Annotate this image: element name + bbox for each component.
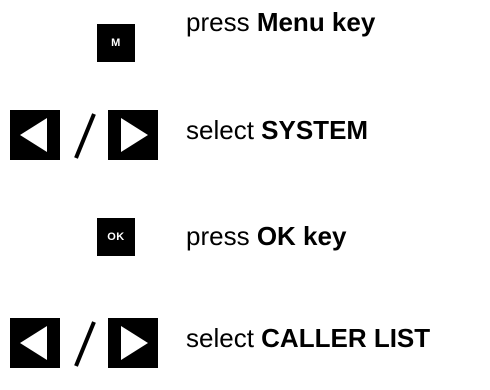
- left-right-keys: [10, 110, 160, 160]
- step-3-instruction: press OK key: [186, 223, 346, 249]
- menu-key-label: M: [111, 37, 121, 49]
- step-4-target: CALLER LIST: [261, 323, 431, 353]
- step-3-verb: press: [186, 221, 250, 251]
- step-2-verb: select: [186, 115, 254, 145]
- step-4-instruction: select CALLER LIST: [186, 325, 430, 351]
- instruction-page: { "steps": [ { "key": { "type": "square"…: [0, 0, 490, 390]
- left-arrow-key-icon: [10, 318, 60, 368]
- slash-separator: [74, 113, 96, 159]
- step-1-verb: press: [186, 7, 250, 37]
- nav-keys-graphic: [10, 110, 158, 160]
- step-1-target: Menu key: [256, 7, 376, 37]
- left-right-keys-2: [10, 318, 160, 368]
- ok-key-icon: OK: [97, 218, 135, 256]
- slash-separator: [74, 321, 96, 367]
- right-arrow-key-icon: [108, 110, 158, 160]
- ok-key-label: OK: [107, 231, 125, 243]
- step-4-verb: select: [186, 323, 254, 353]
- nav-keys-graphic-2: [10, 318, 158, 368]
- menu-key-icon: M: [97, 24, 135, 62]
- step-3-target: OK key: [256, 221, 347, 251]
- step-2-instruction: select SYSTEM: [186, 117, 368, 143]
- right-arrow-key-icon: [108, 318, 158, 368]
- step-1-instruction: press Menu key: [186, 9, 375, 35]
- step-2-target: SYSTEM: [261, 115, 369, 145]
- left-arrow-key-icon: [10, 110, 60, 160]
